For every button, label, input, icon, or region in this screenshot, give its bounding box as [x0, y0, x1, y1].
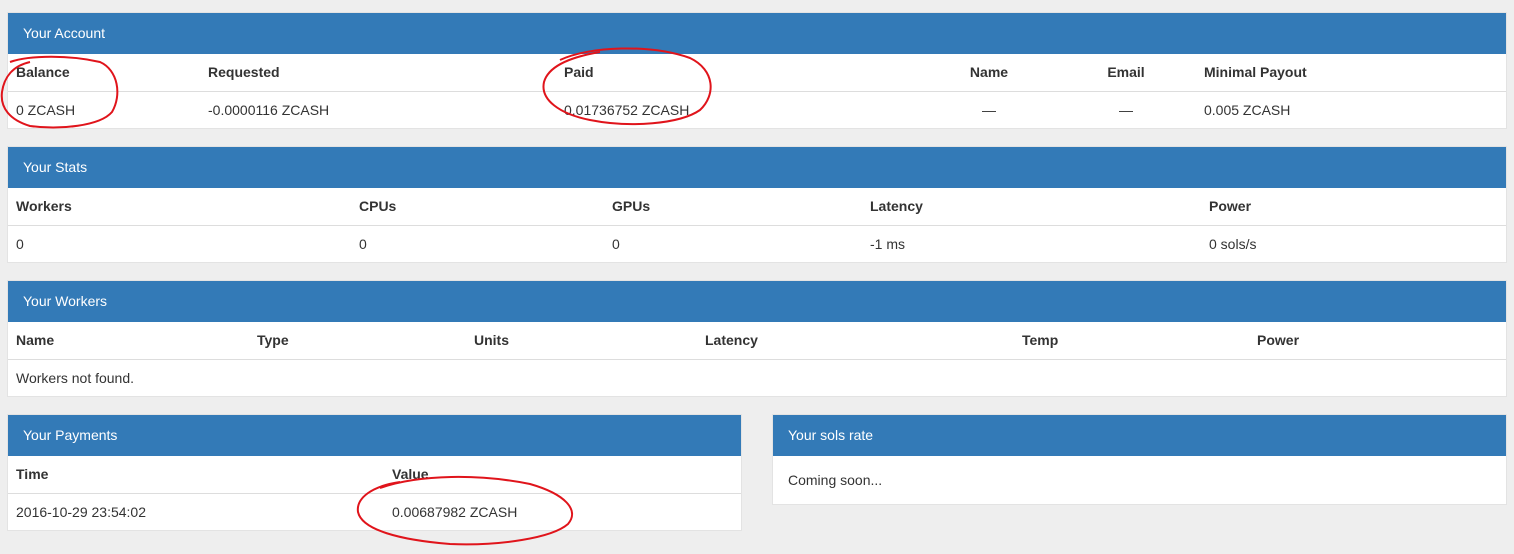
gpus-value: 0 — [612, 235, 620, 252]
col-type: Type — [249, 322, 466, 360]
col-worker-power: Power — [1249, 322, 1506, 360]
workers-value: 0 — [16, 235, 24, 252]
workers-header-row: Name Type Units Latency Temp Power — [8, 322, 1506, 360]
col-requested: Requested — [200, 54, 556, 92]
workers-panel-title: Your Workers — [8, 281, 1506, 322]
account-table: Balance Requested Paid Name Email Minima… — [8, 54, 1506, 128]
power-value: 0 sols/s — [1209, 235, 1257, 252]
balance-value: 0 ZCASH — [16, 101, 76, 118]
col-workers: Workers — [8, 188, 351, 226]
requested-value: -0.0000116 ZCASH — [208, 101, 330, 118]
sols-rate-panel: Your sols rate Coming soon... — [772, 414, 1507, 505]
email-value: — — [1119, 101, 1133, 118]
account-header-row: Balance Requested Paid Name Email Minima… — [8, 54, 1506, 92]
col-cpus: CPUs — [351, 188, 604, 226]
stats-table: Workers CPUs GPUs Latency Power 0 0 0 -1… — [8, 188, 1506, 262]
col-gpus: GPUs — [604, 188, 862, 226]
col-worker-latency: Latency — [697, 322, 1014, 360]
sols-rate-panel-title: Your sols rate — [773, 415, 1506, 456]
col-worker-name: Name — [8, 322, 249, 360]
workers-panel: Your Workers Name Type Units Latency Tem… — [7, 280, 1507, 397]
workers-table: Name Type Units Latency Temp Power Worke… — [8, 322, 1506, 396]
payments-panel-title: Your Payments — [8, 415, 741, 456]
account-panel-title: Your Account — [8, 13, 1506, 54]
stats-panel: Your Stats Workers CPUs GPUs Latency Pow… — [7, 146, 1507, 263]
col-power: Power — [1201, 188, 1506, 226]
stats-header-row: Workers CPUs GPUs Latency Power — [8, 188, 1506, 226]
col-balance: Balance — [8, 54, 200, 92]
col-email: Email — [1056, 54, 1196, 92]
table-row: 0 ZCASH -0.0000116 ZCASH 0.01736752 ZCAS… — [8, 91, 1506, 128]
col-units: Units — [466, 322, 697, 360]
stats-panel-title: Your Stats — [8, 147, 1506, 188]
col-value: Value — [384, 456, 741, 494]
table-row: 2016-10-29 23:54:02 0.00687982 ZCASH — [8, 493, 741, 530]
payments-table: Time Value 2016-10-29 23:54:02 0.0068798… — [8, 456, 741, 530]
sols-rate-body: Coming soon... — [788, 472, 883, 488]
payments-panel: Your Payments Time Value 2016-10-29 23:5… — [7, 414, 742, 531]
cpus-value: 0 — [359, 235, 367, 252]
col-paid: Paid — [556, 54, 922, 92]
col-minimal-payout: Minimal Payout — [1196, 54, 1506, 92]
table-row: 0 0 0 -1 ms 0 sols/s — [8, 225, 1506, 262]
minimal-payout-value: 0.005 ZCASH — [1204, 101, 1291, 118]
paid-value: 0.01736752 ZCASH — [564, 101, 690, 118]
latency-value: -1 ms — [870, 235, 905, 252]
payment-time: 2016-10-29 23:54:02 — [16, 503, 146, 520]
col-name: Name — [922, 54, 1056, 92]
col-time: Time — [8, 456, 384, 494]
account-panel: Your Account Balance Requested Paid Name… — [7, 12, 1507, 129]
table-row: Workers not found. — [8, 359, 1506, 396]
col-temp: Temp — [1014, 322, 1249, 360]
payment-value: 0.00687982 ZCASH — [392, 503, 518, 520]
workers-empty-message: Workers not found. — [16, 369, 135, 386]
col-latency: Latency — [862, 188, 1201, 226]
payments-header-row: Time Value — [8, 456, 741, 494]
name-value: — — [982, 101, 996, 118]
